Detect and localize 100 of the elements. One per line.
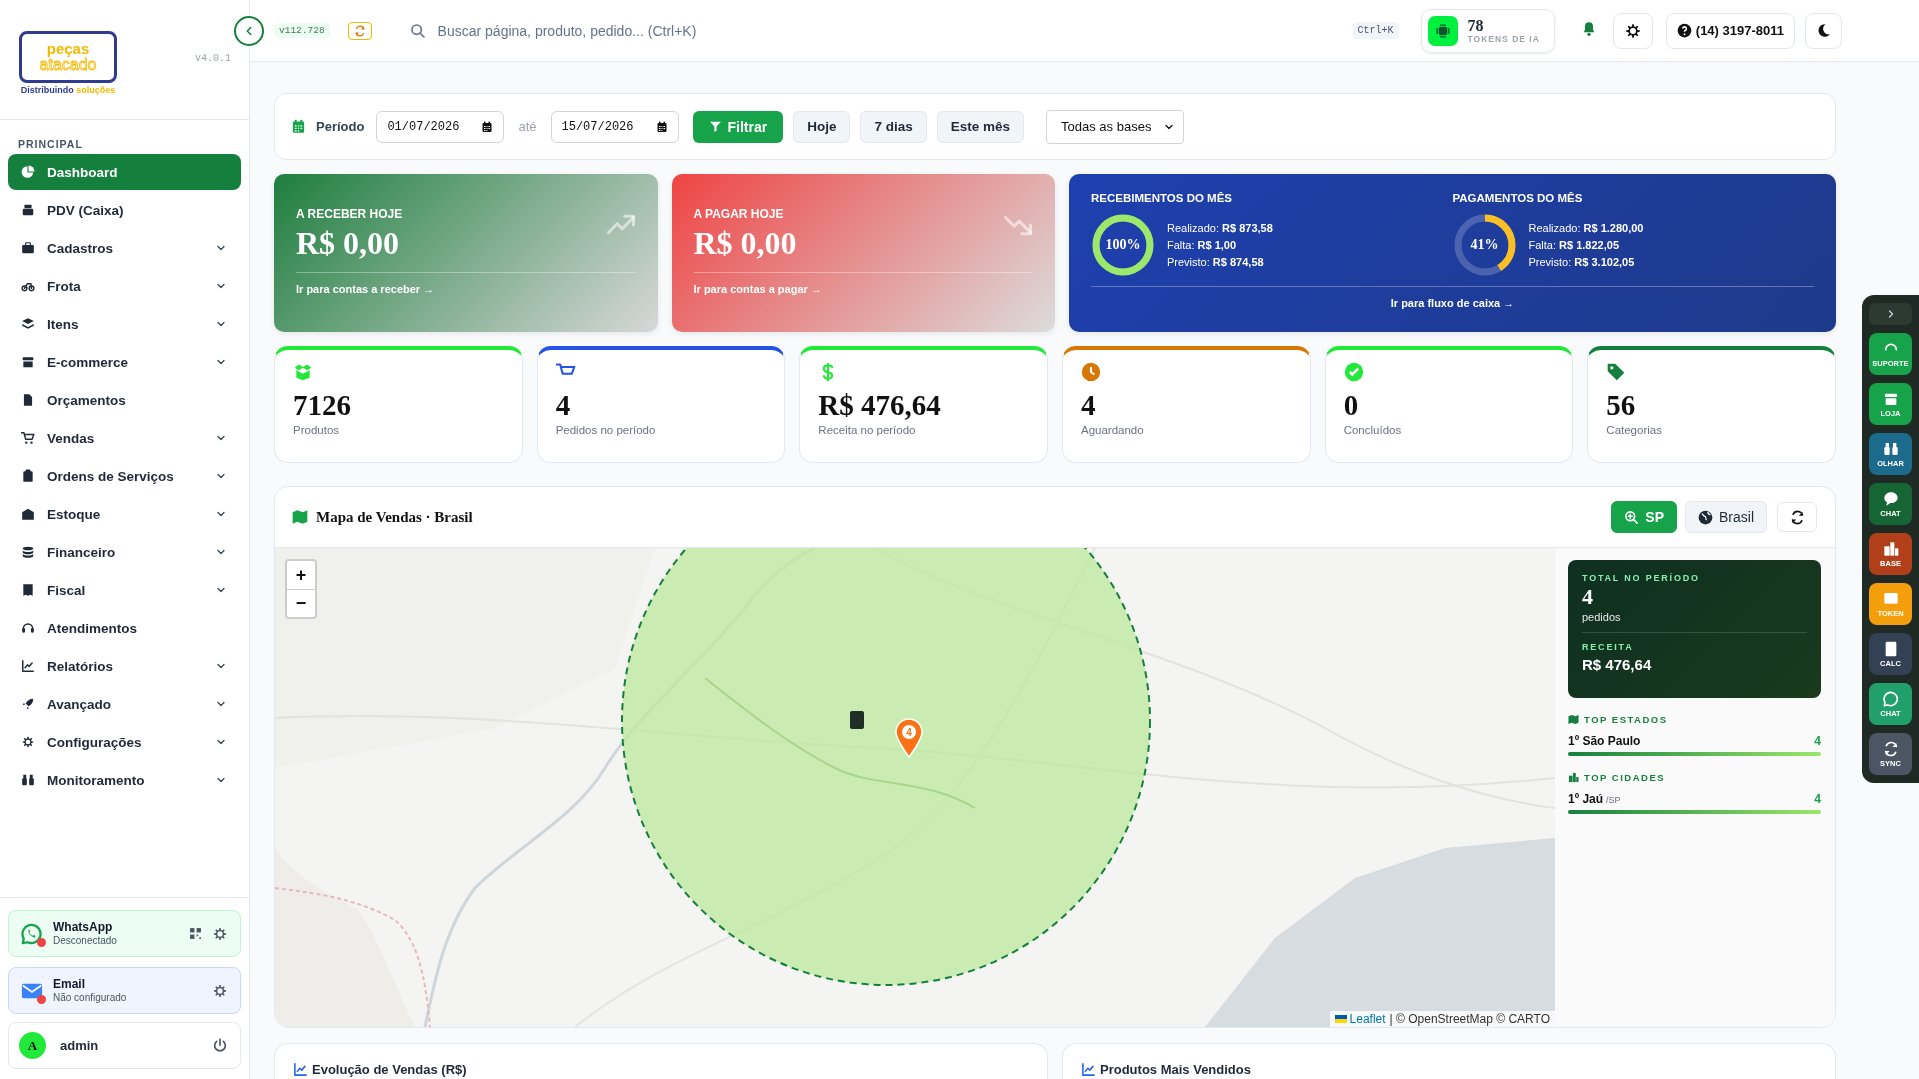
- stat-label: Categorias: [1606, 423, 1663, 436]
- sidebar-item[interactable]: Relatórios: [8, 648, 241, 684]
- calendar-icon: [655, 120, 668, 133]
- briefcase-icon: [21, 241, 35, 255]
- amount-line: Realizado: R$ 873,58: [1167, 220, 1273, 236]
- avatar: A: [19, 1032, 46, 1059]
- stat-value: 4: [555, 390, 572, 422]
- phone-button[interactable]: (14) 3197-8011: [1665, 12, 1795, 49]
- stat-label: Receita no período: [818, 423, 917, 436]
- sidebar-item[interactable]: Monitoramento: [8, 762, 241, 798]
- preset-button[interactable]: Este mês: [936, 110, 1025, 143]
- sidebar-item[interactable]: Orçamentos: [8, 382, 241, 418]
- store-icon: [21, 355, 35, 369]
- base-select[interactable]: Todas as bases: [1046, 109, 1185, 144]
- map-icon: [292, 509, 308, 525]
- gear-icon: [1623, 21, 1642, 40]
- group-title: RECEBIMENTOS DO MÊS: [1091, 192, 1233, 204]
- amount-line: Falta: R$ 1.822,05: [1528, 237, 1620, 253]
- total-unit: pedidos: [1582, 611, 1622, 624]
- qr-code-icon: [189, 927, 202, 940]
- receipt-icon: [21, 583, 35, 597]
- card-title: Produtos Mais Vendidos: [1100, 1062, 1251, 1078]
- sidebar-item[interactable]: E-commerce: [8, 344, 241, 380]
- zoom-out-button[interactable]: −: [287, 589, 315, 617]
- refresh-icon: [353, 24, 366, 37]
- revenue-label: RECEITA: [1582, 642, 1635, 653]
- total-value: 4: [1582, 585, 1594, 610]
- filter-icon: [708, 120, 722, 133]
- card-title: A PAGAR HOJE: [693, 207, 785, 221]
- bar-chart-icon: [1081, 1062, 1096, 1077]
- theme-button[interactable]: [1805, 12, 1842, 49]
- date-field[interactable]: 01/07/2026: [376, 110, 505, 143]
- ranking-title: TOP ESTADOS: [1584, 714, 1668, 725]
- sidebar-item[interactable]: Frota: [8, 268, 241, 304]
- sidebar-item[interactable]: PDV (Caixa): [8, 192, 241, 228]
- stat-label: Produtos: [293, 423, 341, 436]
- globe-icon: [1698, 509, 1713, 525]
- card-link[interactable]: Ir para fluxo de caixa →: [1390, 297, 1515, 309]
- ranking-name: 1º São Paulo: [1568, 734, 1642, 748]
- progress-ring: [1091, 213, 1155, 277]
- period-label: Período: [316, 119, 365, 134]
- integration-card[interactable]: Email Não configurado: [8, 967, 241, 1014]
- binoculars-icon: [1882, 440, 1899, 457]
- sidebar-item[interactable]: Financeiro: [8, 534, 241, 570]
- stat-value: 7126: [293, 390, 352, 422]
- stat-label: Aguardando: [1081, 423, 1145, 436]
- dock-toggle-button[interactable]: [1869, 303, 1912, 325]
- sidebar-item[interactable]: Estoque: [8, 496, 241, 532]
- logo-tagline: Distribuindo soluções: [19, 85, 117, 95]
- search-field[interactable]: Buscar página, produto, pedido... (Ctrl+K): [435, 21, 1353, 40]
- card-amount: R$ 0,00: [693, 225, 798, 262]
- preset-button[interactable]: Hoje: [793, 110, 851, 143]
- stat-label: Concluídos: [1343, 423, 1403, 436]
- document-icon: [21, 393, 35, 407]
- logo-text: atacado: [39, 57, 97, 73]
- search-icon: [409, 22, 426, 39]
- layers-icon: [21, 317, 35, 331]
- progress-ring: [1452, 213, 1517, 277]
- sidebar-item[interactable]: Ordens de Serviços: [8, 458, 241, 494]
- settings-button[interactable]: [1612, 12, 1653, 49]
- attribution-link[interactable]: Leaflet: [1334, 1012, 1386, 1026]
- coins-icon: [21, 545, 35, 559]
- line-chart-icon: [21, 659, 35, 673]
- integration-card[interactable]: WhatsApp Desconectado: [8, 910, 241, 957]
- sidebar-item[interactable]: Itens: [8, 306, 241, 342]
- integration-title: Email: [53, 976, 86, 992]
- stat-value: 0: [1343, 390, 1360, 422]
- sidebar-item[interactable]: Cadastros: [8, 230, 241, 266]
- cash-register-icon: [21, 203, 35, 217]
- tokens-widget[interactable]: 78 TOKENS DE IA: [1420, 8, 1555, 53]
- sidebar-item[interactable]: Vendas: [8, 420, 241, 456]
- tokens-label: TOKENS DE IA: [1467, 33, 1540, 44]
- sidebar-item[interactable]: Dashboard: [8, 154, 241, 190]
- warehouse-icon: [21, 507, 35, 521]
- sidebar-item[interactable]: Fiscal: [8, 572, 241, 608]
- gear-icon: [212, 982, 228, 999]
- sidebar-item[interactable]: Configurações: [8, 724, 241, 760]
- percent-label: 100%: [1105, 238, 1141, 252]
- sidebar-item[interactable]: Avançado: [8, 686, 241, 722]
- integration-title: WhatsApp: [53, 919, 114, 935]
- integration-status: Não configurado: [53, 991, 128, 1005]
- map-scope-button[interactable]: Brasil: [1685, 501, 1767, 533]
- date-field[interactable]: 15/07/2026: [550, 110, 679, 143]
- calendar-icon: [291, 119, 306, 134]
- sidebar-item[interactable]: Atendimentos: [8, 610, 241, 646]
- zoom-in-icon: [1624, 509, 1640, 525]
- shortcut-hint: Ctrl+K: [1352, 22, 1399, 39]
- refresh-icon: [1789, 509, 1805, 525]
- gear-icon: [212, 925, 228, 942]
- moon-icon: [1816, 23, 1831, 38]
- group-title: PAGAMENTOS DO MÊS: [1452, 192, 1584, 204]
- binoculars-icon: [21, 773, 35, 787]
- whatsapp-icon: [1882, 690, 1899, 707]
- card-title: A RECEBER HOJE: [296, 207, 404, 221]
- amount-line: Falta: R$ 1,00: [1167, 237, 1238, 253]
- ranking-count: 4: [1814, 734, 1821, 748]
- version-label: v4.0.1: [195, 53, 231, 66]
- revenue-value: R$ 476,64: [1582, 656, 1653, 674]
- preset-button[interactable]: 7 dias: [860, 110, 927, 143]
- whatsapp-icon: [21, 922, 43, 945]
